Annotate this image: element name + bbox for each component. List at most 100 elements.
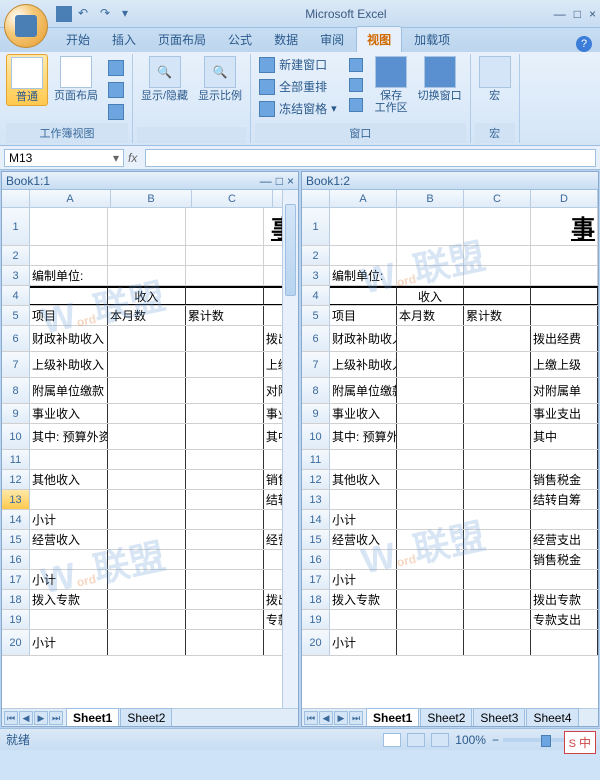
row-header[interactable]: 18 [2,590,30,609]
row-header[interactable]: 15 [2,530,30,549]
col-d[interactable]: D [531,190,598,207]
fx-icon[interactable]: fx [128,151,137,165]
first-sheet-icon[interactable]: ⏮ [4,711,18,725]
cell[interactable] [464,208,531,245]
cell[interactable]: 事业收入 [330,404,397,423]
view-small-1[interactable] [104,58,128,78]
cell[interactable]: 附属单位缴款 [30,378,108,403]
cell[interactable] [397,470,464,489]
row-header[interactable]: 11 [2,450,30,469]
cell[interactable] [464,352,531,377]
sheet-tab[interactable]: Sheet1 [366,708,419,727]
cell[interactable] [108,510,186,529]
cell[interactable] [531,570,598,589]
cell[interactable] [186,470,264,489]
cell[interactable]: 累计数 [464,306,531,325]
row-header[interactable]: 12 [302,470,330,489]
cell[interactable] [186,570,264,589]
cell[interactable] [30,208,108,245]
tab-insert[interactable]: 插入 [102,27,146,52]
cell[interactable] [397,450,464,469]
save-icon[interactable] [56,6,72,22]
tab-view[interactable]: 视图 [356,26,402,52]
cell[interactable] [464,326,531,351]
cell[interactable] [531,510,598,529]
cell[interactable]: 项目 [30,306,108,325]
row-header[interactable]: 2 [2,246,30,265]
row-header[interactable]: 17 [2,570,30,589]
cell[interactable] [397,378,464,403]
row-header[interactable]: 13 [2,490,30,509]
zoom-level[interactable]: 100% [455,733,486,747]
win-opt-3[interactable] [345,96,367,114]
zoom-button[interactable]: 🔍显示比例 [194,54,246,104]
tab-home[interactable]: 开始 [56,27,100,52]
cell[interactable] [464,286,531,305]
freeze-panes-button[interactable]: 冻结窗格 ▾ [255,98,341,119]
col-c[interactable]: C [464,190,531,207]
cell[interactable]: 拨入专款 [330,590,397,609]
pane-max-icon[interactable]: □ [276,174,283,188]
row-header[interactable]: 5 [2,306,30,325]
macros-button[interactable]: 宏 [475,54,515,104]
row-header[interactable]: 5 [302,306,330,325]
cell[interactable]: 经营支出 [531,530,598,549]
cell[interactable] [108,404,186,423]
cell[interactable] [397,490,464,509]
tab-formulas[interactable]: 公式 [218,27,262,52]
ime-badge[interactable]: S 中 [564,731,596,754]
cell[interactable] [108,266,186,285]
cell[interactable] [464,404,531,423]
cell[interactable] [397,630,464,655]
cell[interactable]: 财政补助收入 [30,326,108,351]
cell[interactable] [108,450,186,469]
cell[interactable]: 销售税金 [531,550,598,569]
row-header[interactable]: 11 [302,450,330,469]
cell[interactable] [330,450,397,469]
row-header[interactable]: 4 [2,286,30,305]
cell[interactable] [397,208,464,245]
cell[interactable] [531,286,598,305]
cell[interactable]: 经营收入 [330,530,397,549]
row-header[interactable]: 13 [302,490,330,509]
row-header[interactable]: 16 [2,550,30,569]
cell[interactable] [397,610,464,629]
help-icon[interactable]: ? [576,36,592,52]
row-header[interactable]: 14 [302,510,330,529]
cell[interactable] [330,490,397,509]
cell[interactable] [464,490,531,509]
cell[interactable]: 销售税金 [531,470,598,489]
tab-pagelayout[interactable]: 页面布局 [148,27,216,52]
cell[interactable] [397,246,464,265]
col-c[interactable]: C [192,190,273,207]
row-header[interactable]: 1 [2,208,30,245]
cell[interactable]: 拨入专款 [30,590,108,609]
cell[interactable] [531,246,598,265]
cell[interactable] [464,530,531,549]
row-header[interactable]: 10 [302,424,330,449]
row-header[interactable]: 7 [2,352,30,377]
row-header[interactable]: 14 [2,510,30,529]
cell[interactable]: 本月数 [397,306,464,325]
cell[interactable]: 上级补助收入 [30,352,108,377]
cell[interactable] [108,470,186,489]
cell[interactable] [186,378,264,403]
col-b[interactable]: B [111,190,192,207]
cell[interactable] [186,490,264,509]
cell[interactable] [108,490,186,509]
cell[interactable] [464,610,531,629]
cell[interactable] [30,246,108,265]
cell[interactable] [186,352,264,377]
cell[interactable] [30,610,108,629]
cell[interactable] [464,378,531,403]
cell[interactable]: 小计 [30,630,108,655]
new-window-button[interactable]: 新建窗口 [255,54,341,75]
cell[interactable] [30,550,108,569]
cell[interactable] [397,352,464,377]
win-opt-1[interactable] [345,56,367,74]
pane-min-icon[interactable]: — [260,174,272,188]
cell[interactable] [330,550,397,569]
cell[interactable]: 编制单位: [30,266,108,285]
cell[interactable] [330,610,397,629]
cell[interactable] [186,424,264,449]
